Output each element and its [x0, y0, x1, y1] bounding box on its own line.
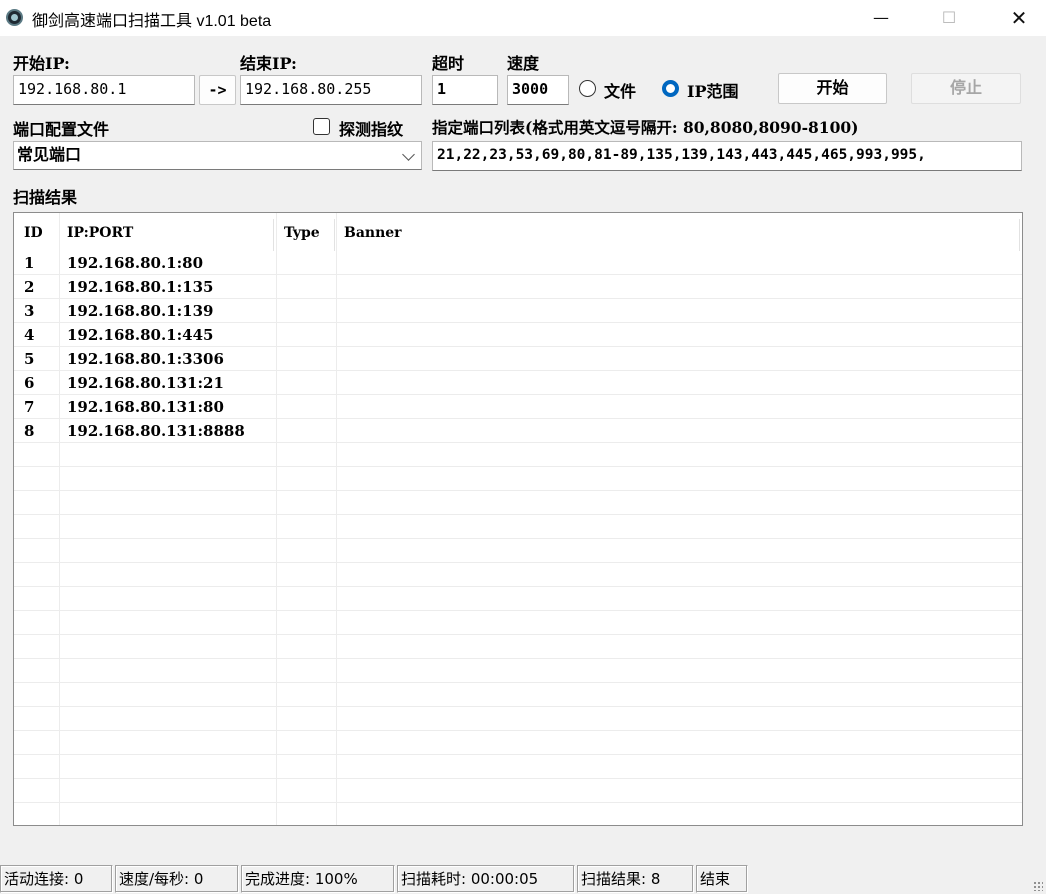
table-row[interactable]: 8 192.168.80.131:8888 [14, 419, 1022, 443]
port-profile-select[interactable]: 常见端口 [13, 141, 422, 170]
table-row[interactable] [14, 491, 1022, 515]
row-id-cell: 7 [24, 398, 35, 416]
row-ip-port-cell: 192.168.80.1:3306 [67, 350, 224, 368]
table-row[interactable] [14, 635, 1022, 659]
results-section-label: 扫描结果 [13, 188, 78, 207]
port-profile-value: 常见端口 [17, 145, 82, 164]
status-result-count: 扫描结果: 8 [577, 865, 694, 893]
status-speed: 速度/每秒: 0 [115, 865, 239, 893]
status-progress: 完成进度: 100% [241, 865, 395, 893]
row-id-cell: 2 [24, 278, 35, 296]
title-bar[interactable]: 御剑高速端口扫描工具 v1.01 beta — ☐ ✕ [0, 0, 1046, 36]
start-ip-label: 开始IP: [13, 54, 70, 73]
port-profile-label: 端口配置文件 [13, 120, 110, 139]
speed-input[interactable]: 3000 [507, 75, 569, 105]
table-row[interactable] [14, 683, 1022, 707]
minimize-button[interactable]: — [858, 0, 904, 36]
file-radio-label[interactable]: 文件 [604, 78, 636, 102]
close-button[interactable]: ✕ [996, 0, 1042, 36]
chevron-down-icon [402, 148, 415, 161]
table-row[interactable] [14, 539, 1022, 563]
table-row[interactable]: 1 192.168.80.1:80 [14, 251, 1022, 275]
file-radio[interactable] [579, 80, 596, 97]
row-ip-port-cell: 192.168.80.1:445 [67, 326, 214, 344]
port-list-input[interactable]: 21,22,23,53,69,80,81-89,135,139,143,443,… [432, 141, 1022, 171]
column-header-type[interactable]: Type [284, 213, 320, 253]
table-row[interactable]: 3 192.168.80.1:139 [14, 299, 1022, 323]
row-ip-port-cell: 192.168.80.131:8888 [67, 422, 245, 440]
status-active-connections: 活动连接: 0 [0, 865, 113, 893]
header-separator [334, 219, 335, 251]
status-elapsed: 扫描耗时: 00:00:05 [397, 865, 575, 893]
app-icon [6, 9, 23, 26]
ip-range-arrow-button[interactable]: -> [199, 75, 236, 105]
header-separator [1019, 219, 1020, 251]
table-row[interactable]: 4 192.168.80.1:445 [14, 323, 1022, 347]
port-list-label: 指定端口列表(格式用英文逗号隔开: 80,8080,8090-8100) [432, 118, 859, 137]
end-ip-input[interactable]: 192.168.80.255 [240, 75, 422, 105]
window-title: 御剑高速端口扫描工具 v1.01 beta [32, 13, 272, 30]
table-row[interactable] [14, 659, 1022, 683]
table-row[interactable] [14, 779, 1022, 803]
end-ip-label: 结束IP: [240, 54, 297, 73]
status-state: 结束 [696, 865, 748, 893]
status-bar: 活动连接: 0 速度/每秒: 0 完成进度: 100% 扫描耗时: 00:00:… [0, 862, 1046, 894]
maximize-button[interactable]: ☐ [926, 0, 972, 36]
row-ip-port-cell: 192.168.80.1:139 [67, 302, 214, 320]
table-row[interactable] [14, 587, 1022, 611]
row-ip-port-cell: 192.168.80.1:135 [67, 278, 214, 296]
table-row[interactable]: 2 192.168.80.1:135 [14, 275, 1022, 299]
table-row[interactable]: 6 192.168.80.131:21 [14, 371, 1022, 395]
timeout-label: 超时 [432, 54, 465, 73]
table-row[interactable] [14, 443, 1022, 467]
table-row[interactable]: 5 192.168.80.1:3306 [14, 347, 1022, 371]
table-row[interactable] [14, 803, 1022, 825]
start-ip-input[interactable]: 192.168.80.1 [13, 75, 195, 105]
ip-range-radio[interactable] [662, 80, 679, 97]
table-row[interactable]: 7 192.168.80.131:80 [14, 395, 1022, 419]
row-id-cell: 4 [24, 326, 35, 344]
table-row[interactable] [14, 611, 1022, 635]
row-id-cell: 1 [24, 254, 35, 272]
start-button[interactable]: 开始 [778, 73, 887, 104]
row-ip-port-cell: 192.168.80.131:21 [67, 374, 224, 392]
table-row[interactable] [14, 731, 1022, 755]
row-id-cell: 8 [24, 422, 35, 440]
row-ip-port-cell: 192.168.80.1:80 [67, 254, 204, 272]
column-header-banner[interactable]: Banner [344, 213, 402, 253]
table-row[interactable] [14, 515, 1022, 539]
row-id-cell: 5 [24, 350, 35, 368]
results-table[interactable]: ID IP:PORT Type Banner 1 192.168.80.1:80 2… [13, 212, 1023, 826]
column-header-id[interactable]: ID [24, 213, 43, 253]
speed-label: 速度 [507, 54, 540, 73]
header-separator [273, 219, 274, 251]
resize-grip-icon[interactable] [1033, 881, 1043, 891]
table-row[interactable] [14, 467, 1022, 491]
ip-range-radio-label[interactable]: IP范围 [687, 78, 739, 102]
timeout-input[interactable]: 1 [432, 75, 498, 105]
row-id-cell: 3 [24, 302, 35, 320]
fingerprint-checkbox[interactable] [313, 118, 330, 135]
fingerprint-label[interactable]: 探测指纹 [339, 116, 403, 140]
table-row[interactable] [14, 755, 1022, 779]
row-ip-port-cell: 192.168.80.131:80 [67, 398, 224, 416]
table-row[interactable] [14, 563, 1022, 587]
stop-button[interactable]: 停止 [911, 73, 1021, 104]
table-row[interactable] [14, 707, 1022, 731]
row-id-cell: 6 [24, 374, 35, 392]
column-header-ip-port[interactable]: IP:PORT [67, 213, 133, 253]
